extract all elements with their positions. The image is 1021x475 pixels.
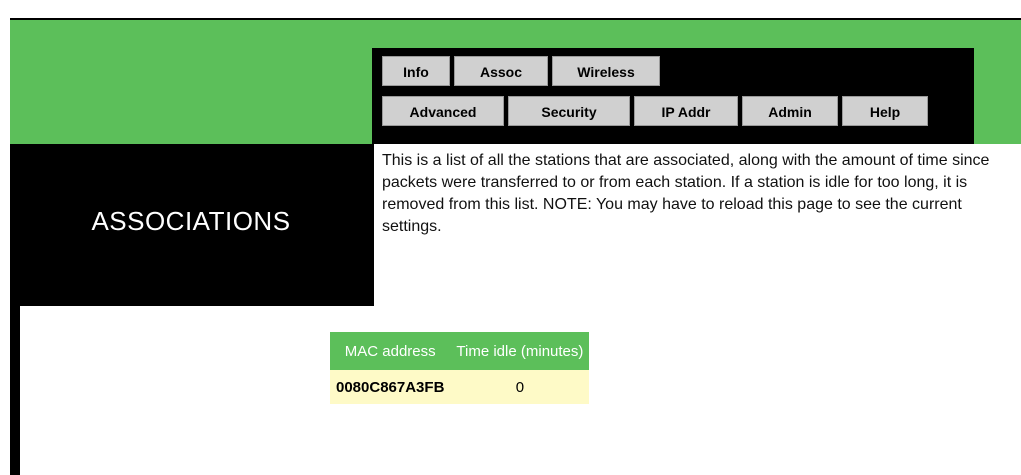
tab-assoc[interactable]: Assoc [454,56,548,86]
time-idle-cell: 0 [450,370,590,404]
title-block: ASSOCIATIONS [10,144,372,306]
header-mac-address: MAC address [330,332,451,370]
tab-security[interactable]: Security [508,96,630,126]
tab-help[interactable]: Help [842,96,928,126]
table-row: 0080C867A3FB 0 [330,370,590,404]
mac-address-cell: 0080C867A3FB [330,370,451,404]
tab-info[interactable]: Info [382,56,450,86]
tab-admin[interactable]: Admin [742,96,838,126]
associations-table: MAC address Time idle (minutes) 0080C867… [330,332,590,404]
top-border [10,18,1021,20]
tab-ip-addr[interactable]: IP Addr [634,96,738,126]
table-header-row: MAC address Time idle (minutes) [330,332,590,370]
page-title: ASSOCIATIONS [91,206,291,236]
header-time-idle: Time idle (minutes) [450,332,590,370]
tab-panel: Info Assoc Wireless Advanced Security IP… [372,48,974,144]
left-border [10,306,20,475]
router-frame: Info Assoc Wireless Advanced Security IP… [10,18,1021,475]
tab-advanced[interactable]: Advanced [382,96,504,126]
tab-wireless[interactable]: Wireless [552,56,660,86]
description-text: This is a list of all the stations that … [372,144,1021,306]
